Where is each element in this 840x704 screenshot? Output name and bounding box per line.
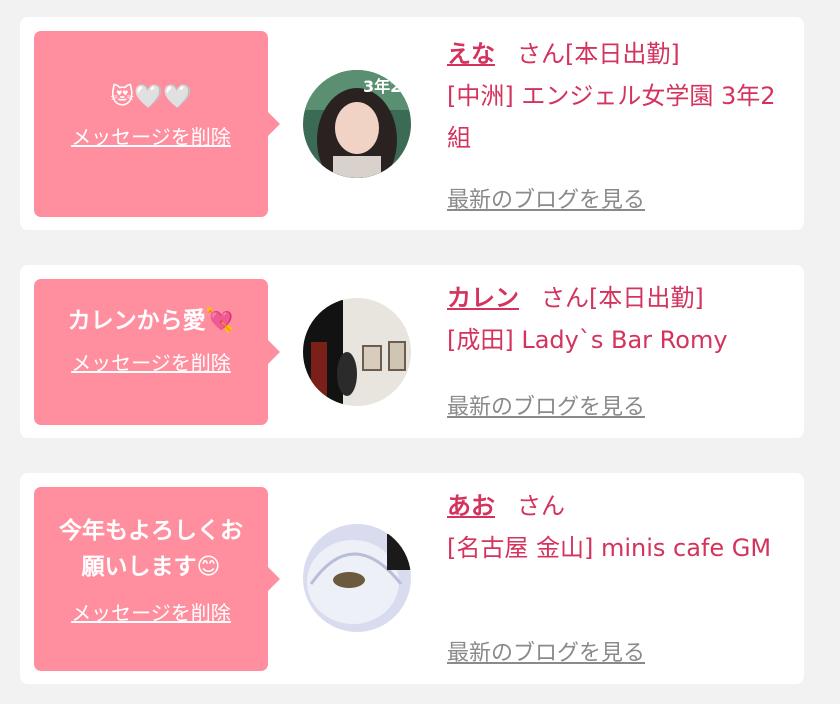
work-status: [本日出勤] — [565, 40, 680, 68]
avatar[interactable] — [303, 298, 411, 406]
name-line: カレン さん[本日出勤] — [447, 281, 797, 315]
message-card: 今年もよろしくお願いします😊 メッセージを削除 あお さん [名古屋 金山] mi… — [20, 473, 804, 684]
shop-name: [中洲] エンジェル女学園 3年2組 — [447, 82, 776, 152]
sender-info: あお さん [名古屋 金山] minis cafe GM — [447, 489, 797, 569]
avatar[interactable] — [303, 524, 411, 632]
name-line: あお さん — [447, 489, 797, 523]
avatar-photo — [303, 298, 411, 406]
shop-name: [名古屋 金山] minis cafe GM — [447, 534, 772, 562]
message-card: カレンから愛💘 メッセージを削除 カレン さん[本日出勤] [成田] Lady`s… — [20, 265, 804, 438]
avatar[interactable]: 3年2組 — [303, 70, 411, 178]
message-bubble: カレンから愛💘 メッセージを削除 — [34, 279, 280, 425]
blog-link[interactable]: 最新のブログを見る — [447, 389, 645, 421]
message-bubble: 😻🤍🤍 メッセージを削除 — [34, 31, 280, 217]
sender-name-link[interactable]: あお — [447, 492, 495, 520]
name-line: えな さん[本日出勤] — [447, 37, 797, 71]
avatar-text: 3年2組 — [363, 77, 411, 96]
sender-info: カレン さん[本日出勤] [成田] Lady`s Bar Romy — [447, 281, 797, 361]
message-bubble: 今年もよろしくお願いします😊 メッセージを削除 — [34, 487, 280, 671]
blog-link[interactable]: 最新のブログを見る — [447, 182, 645, 214]
avatar-photo: 3年2組 — [303, 70, 411, 178]
honorific: さん — [541, 284, 589, 312]
message-text: 今年もよろしくお願いします😊 — [59, 518, 243, 580]
honorific: さん — [517, 492, 565, 520]
honorific: さん — [517, 40, 565, 68]
delete-message-link[interactable]: メッセージを削除 — [71, 121, 231, 150]
sender-info: えな さん[本日出勤] [中洲] エンジェル女学園 3年2組 — [447, 37, 797, 159]
delete-message-link[interactable]: メッセージを削除 — [71, 597, 231, 626]
sender-name-link[interactable]: えな — [447, 40, 495, 68]
avatar-photo — [303, 524, 411, 632]
message-card: 😻🤍🤍 メッセージを削除 3年2組 えな さん[本日出勤] [中洲] エンジェル女… — [20, 17, 804, 230]
message-text: 😻🤍🤍 — [110, 84, 192, 110]
shop-name: [成田] Lady`s Bar Romy — [447, 326, 728, 354]
delete-message-link[interactable]: メッセージを削除 — [71, 347, 231, 376]
blog-link[interactable]: 最新のブログを見る — [447, 635, 645, 667]
sender-name-link[interactable]: カレン — [447, 284, 519, 312]
message-text: カレンから愛💘 — [67, 308, 235, 334]
work-status: [本日出勤] — [589, 284, 704, 312]
